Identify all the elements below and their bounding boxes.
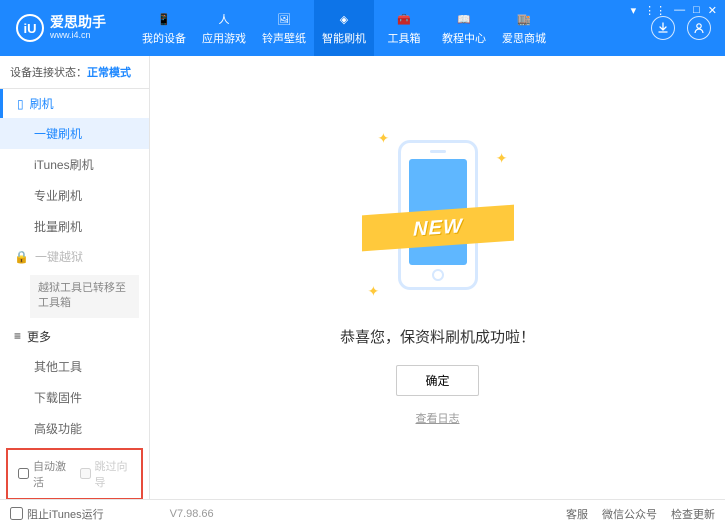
new-ribbon: NEW bbox=[362, 204, 514, 251]
options-box: 自动激活 跳过向导 bbox=[6, 448, 143, 499]
close-icon[interactable]: ✕ bbox=[708, 4, 717, 17]
menu-icon[interactable]: ▾ bbox=[631, 4, 637, 17]
flash-icon: ◈ bbox=[335, 10, 353, 28]
device-icon: 📱 bbox=[155, 10, 173, 28]
download-button[interactable] bbox=[651, 16, 675, 40]
success-illustration: ✦ ✦ ✦ NEW bbox=[368, 130, 508, 310]
footer-wechat[interactable]: 微信公众号 bbox=[602, 506, 657, 522]
image-icon: 🖼 bbox=[275, 10, 293, 28]
header-right bbox=[651, 16, 717, 40]
nav-my-device[interactable]: 📱我的设备 bbox=[134, 0, 194, 56]
list-icon: ≡ bbox=[14, 329, 21, 343]
window-controls: ▾ ⋮⋮ — □ ✕ bbox=[631, 4, 717, 17]
block-itunes-checkbox[interactable]: 阻止iTunes运行 bbox=[10, 506, 104, 522]
apps-icon: 人 bbox=[215, 10, 233, 28]
logo-badge: iU bbox=[16, 14, 44, 42]
section-flash[interactable]: ▯ 刷机 bbox=[0, 89, 149, 118]
auto-activate-checkbox[interactable]: 自动激活 bbox=[18, 458, 70, 490]
nav-store[interactable]: 🏬爱思商城 bbox=[494, 0, 554, 56]
nav-tutorials[interactable]: 📖教程中心 bbox=[434, 0, 494, 56]
footer-support[interactable]: 客服 bbox=[566, 506, 588, 522]
ok-button[interactable]: 确定 bbox=[396, 365, 478, 396]
connection-status: 设备连接状态：正常模式 bbox=[0, 56, 149, 89]
footer-check-update[interactable]: 检查更新 bbox=[671, 506, 715, 522]
nav-smart-flash[interactable]: ◈智能刷机 bbox=[314, 0, 374, 56]
user-button[interactable] bbox=[687, 16, 711, 40]
phone-icon: ▯ bbox=[17, 97, 24, 111]
maximize-icon[interactable]: □ bbox=[693, 4, 700, 17]
footer: 阻止iTunes运行 V7.98.66 客服 微信公众号 检查更新 bbox=[0, 499, 725, 527]
sidebar-item-download-firmware[interactable]: 下载固件 bbox=[0, 382, 149, 413]
section-jailbreak: 🔒 一键越狱 bbox=[0, 242, 149, 271]
section-more[interactable]: ≡ 更多 bbox=[0, 322, 149, 351]
nav-ringtone-wallpaper[interactable]: 🖼铃声壁纸 bbox=[254, 0, 314, 56]
grid-icon[interactable]: ⋮⋮ bbox=[644, 4, 666, 17]
sidebar: 设备连接状态：正常模式 ▯ 刷机 一键刷机 iTunes刷机 专业刷机 批量刷机… bbox=[0, 56, 150, 499]
lock-icon: 🔒 bbox=[14, 250, 29, 264]
main-content: ✦ ✦ ✦ NEW 恭喜您，保资料刷机成功啦！ 确定 查看日志 bbox=[150, 56, 725, 499]
jailbreak-note: 越狱工具已转移至工具箱 bbox=[30, 275, 139, 318]
version-label: V7.98.66 bbox=[170, 508, 214, 520]
skip-guide-checkbox[interactable]: 跳过向导 bbox=[80, 458, 132, 490]
app-title: 爱思助手 bbox=[50, 15, 106, 30]
minimize-icon[interactable]: — bbox=[674, 4, 685, 17]
view-log-link[interactable]: 查看日志 bbox=[416, 410, 460, 426]
nav-toolbox[interactable]: 🧰工具箱 bbox=[374, 0, 434, 56]
app-subtitle: www.i4.cn bbox=[50, 31, 106, 41]
store-icon: 🏬 bbox=[515, 10, 533, 28]
sidebar-item-other-tools[interactable]: 其他工具 bbox=[0, 351, 149, 382]
top-nav: 📱我的设备 人应用游戏 🖼铃声壁纸 ◈智能刷机 🧰工具箱 📖教程中心 🏬爱思商城 bbox=[134, 0, 554, 56]
sidebar-item-itunes-flash[interactable]: iTunes刷机 bbox=[0, 149, 149, 180]
book-icon: 📖 bbox=[455, 10, 473, 28]
sidebar-item-batch-flash[interactable]: 批量刷机 bbox=[0, 211, 149, 242]
header: iU 爱思助手 www.i4.cn 📱我的设备 人应用游戏 🖼铃声壁纸 ◈智能刷… bbox=[0, 0, 725, 56]
sidebar-item-pro-flash[interactable]: 专业刷机 bbox=[0, 180, 149, 211]
sidebar-item-advanced[interactable]: 高级功能 bbox=[0, 413, 149, 444]
sidebar-item-oneclick-flash[interactable]: 一键刷机 bbox=[0, 118, 149, 149]
toolbox-icon: 🧰 bbox=[395, 10, 413, 28]
success-message: 恭喜您，保资料刷机成功啦！ bbox=[340, 326, 535, 347]
logo: iU 爱思助手 www.i4.cn bbox=[8, 14, 114, 42]
nav-apps-games[interactable]: 人应用游戏 bbox=[194, 0, 254, 56]
